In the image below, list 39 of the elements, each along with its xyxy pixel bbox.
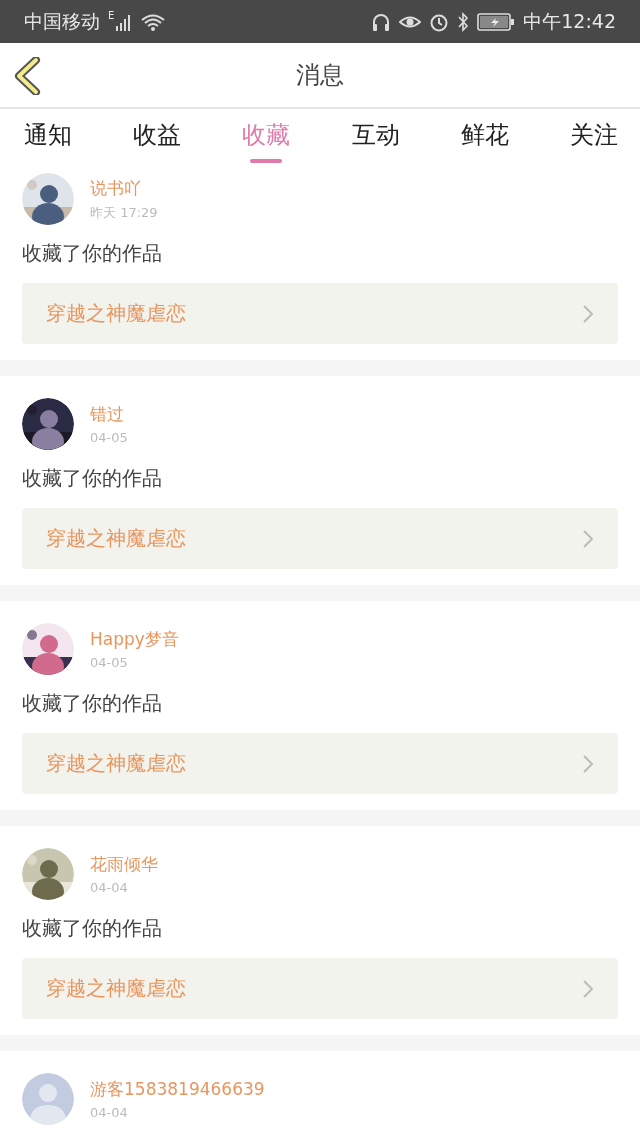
message-text: 收藏了你的作品 xyxy=(22,240,163,267)
user-name[interactable]: 说书吖 xyxy=(90,176,158,200)
message-time: 04-04 xyxy=(90,1105,129,1120)
page-title: 消息 xyxy=(296,60,344,91)
tab[interactable]: 收益 xyxy=(133,109,182,165)
user-name[interactable]: 花雨倾华 xyxy=(90,853,158,876)
chevron-icon xyxy=(582,303,594,324)
network-type: E xyxy=(108,10,115,21)
message-text: 收藏了你的作品 xyxy=(22,915,163,942)
user-name[interactable]: 游客1583819466639 xyxy=(90,1078,265,1101)
work-link[interactable]: 穿越之神魔虐恋 xyxy=(22,733,618,794)
chevron-icon xyxy=(582,528,594,549)
work-link[interactable]: 穿越之神魔虐恋 xyxy=(22,958,618,1019)
message-time: 昨天 17:29 xyxy=(90,203,158,222)
bluetooth-icon xyxy=(457,11,470,32)
wifi-icon xyxy=(140,12,167,31)
tab[interactable]: 关注 xyxy=(569,109,618,165)
message-time: 04-05 xyxy=(90,655,129,670)
carrier: 中国移动 xyxy=(24,8,100,34)
work-link[interactable]: 穿越之神魔虐恋 xyxy=(22,508,618,569)
tab[interactable]: 互动 xyxy=(351,109,400,165)
message-time: 04-05 xyxy=(90,430,128,445)
headphones-icon xyxy=(371,11,392,32)
message-time: 04-04 xyxy=(90,880,129,895)
battery-icon xyxy=(477,12,516,31)
clock: 中午12:42 xyxy=(523,8,616,34)
tab[interactable]: 收藏 xyxy=(242,109,291,165)
tab[interactable]: 鲜花 xyxy=(460,109,509,165)
message-text: 收藏了你的作品 xyxy=(22,465,163,492)
user-name[interactable]: Happy梦音 xyxy=(90,628,179,651)
user-name[interactable]: 错过 xyxy=(90,403,128,426)
chevron-icon xyxy=(582,978,594,999)
tab[interactable]: 通知 xyxy=(24,109,72,165)
back-icon[interactable] xyxy=(14,57,42,95)
chevron-icon xyxy=(582,753,594,774)
message-text: 收藏了你的作品 xyxy=(22,690,163,717)
avatar-icon xyxy=(22,1073,74,1125)
work-link[interactable]: 穿越之神魔虐恋 xyxy=(22,283,618,344)
signal-icon xyxy=(116,12,133,31)
